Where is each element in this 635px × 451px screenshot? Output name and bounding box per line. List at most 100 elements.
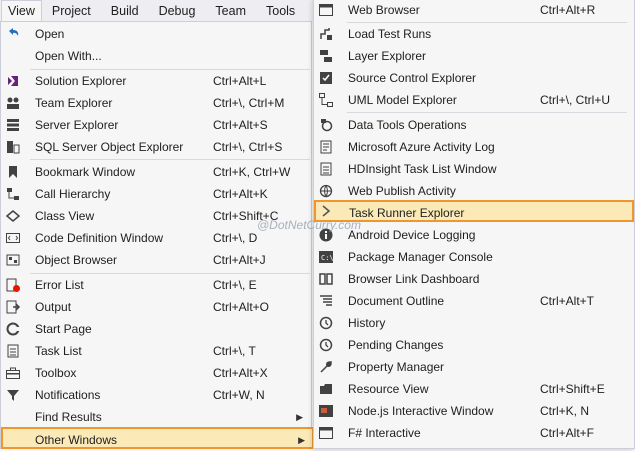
menu-debug[interactable]: Debug <box>149 0 206 22</box>
submenu-item-task-runner-explorer[interactable]: Task Runner Explorer <box>314 200 634 222</box>
menu-item-solution-explorer[interactable]: Solution Explorer Ctrl+Alt+L <box>2 70 310 92</box>
menu-item-label: Task List <box>35 344 82 358</box>
menu-item-shortcut: Ctrl+\, Ctrl+S <box>213 140 283 154</box>
submenu-item-document-outline[interactable]: Document Outline Ctrl+Alt+T <box>315 290 633 312</box>
notifications-icon <box>5 387 21 403</box>
menu-item-shortcut: Ctrl+\, D <box>213 231 258 245</box>
menu-item-label: Layer Explorer <box>348 49 427 63</box>
start-page-icon <box>5 321 21 337</box>
fsharp-icon <box>318 425 334 441</box>
menu-item-label: Team Explorer <box>35 96 113 110</box>
submenu-item-property-manager[interactable]: Property Manager <box>315 356 633 378</box>
submenu-arrow-icon: ▶ <box>298 435 305 445</box>
submenu-item-load-test-runs[interactable]: Load Test Runs <box>315 23 633 45</box>
menu-item-label: Class View <box>35 209 95 223</box>
menu-item-label: Web Publish Activity <box>348 184 456 198</box>
menu-item-shortcut: Ctrl+K, N <box>540 404 590 418</box>
team-explorer-icon <box>5 95 21 111</box>
menu-item-label: HDInsight Task List Window <box>348 162 497 176</box>
submenu-item-uml-model-explorer[interactable]: UML Model Explorer Ctrl+\, Ctrl+U <box>315 89 633 111</box>
menu-separator <box>30 159 310 160</box>
menu-item-label: Call Hierarchy <box>35 187 111 201</box>
menu-item-label: Web Browser <box>348 3 420 17</box>
menu-item-label: Browser Link Dashboard <box>348 272 480 286</box>
nodejs-icon <box>318 403 334 419</box>
object-browser-icon <box>5 252 21 268</box>
error-list-icon <box>5 277 21 293</box>
submenu-item-browser-link-dashboard[interactable]: Browser Link Dashboard <box>315 268 633 290</box>
submenu-item-package-manager-console[interactable]: C:\ Package Manager Console <box>315 246 633 268</box>
menu-item-label: Server Explorer <box>35 118 119 132</box>
menu-item-open-with[interactable]: Open With... <box>2 45 310 67</box>
source-control-icon <box>318 70 334 86</box>
sql-server-icon <box>5 139 21 155</box>
layer-explorer-icon <box>318 48 334 64</box>
menu-item-label: Notifications <box>35 388 101 402</box>
submenu-item-android-device-logging[interactable]: Android Device Logging <box>315 224 633 246</box>
bookmark-icon <box>5 164 21 180</box>
resource-view-icon <box>318 381 334 397</box>
menu-item-label: Bookmark Window <box>35 165 136 179</box>
menu-item-label: Property Manager <box>348 360 445 374</box>
submenu-item-layer-explorer[interactable]: Layer Explorer <box>315 45 633 67</box>
menu-item-shortcut: Ctrl+\, T <box>213 344 256 358</box>
menu-item-bookmark-window[interactable]: Bookmark Window Ctrl+K, Ctrl+W <box>2 161 310 183</box>
menu-team[interactable]: Team <box>205 0 256 22</box>
web-publish-icon <box>318 183 334 199</box>
menu-item-team-explorer[interactable]: Team Explorer Ctrl+\, Ctrl+M <box>2 92 310 114</box>
menu-item-shortcut: Ctrl+K, Ctrl+W <box>213 165 291 179</box>
submenu-item-fsharp-interactive[interactable]: F# Interactive Ctrl+Alt+F <box>315 422 633 444</box>
submenu-item-source-control-explorer[interactable]: Source Control Explorer <box>315 67 633 89</box>
menu-item-notifications[interactable]: Notifications Ctrl+W, N <box>2 384 310 406</box>
menu-item-object-browser[interactable]: Object Browser Ctrl+Alt+J <box>2 249 310 271</box>
menu-item-label: Microsoft Azure Activity Log <box>348 140 495 154</box>
menu-item-label: UML Model Explorer <box>348 93 457 107</box>
undo-arrow-icon <box>5 26 21 42</box>
menu-item-label: Open <box>35 27 65 41</box>
menu-item-error-list[interactable]: Error List Ctrl+\, E <box>2 274 310 296</box>
submenu-arrow-icon: ▶ <box>296 412 303 422</box>
menu-item-other-windows[interactable]: Other Windows ▶ <box>1 427 314 449</box>
menu-item-call-hierarchy[interactable]: Call Hierarchy Ctrl+Alt+K <box>2 183 310 205</box>
output-icon <box>5 299 21 315</box>
load-test-icon <box>318 26 334 42</box>
menu-item-shortcut: Ctrl+W, N <box>213 388 265 402</box>
menu-project[interactable]: Project <box>42 0 101 22</box>
svg-text:C:\: C:\ <box>321 254 334 262</box>
menu-build[interactable]: Build <box>101 0 149 22</box>
submenu-item-azure-activity-log[interactable]: Microsoft Azure Activity Log <box>315 136 633 158</box>
menu-item-label: F# Interactive <box>348 426 421 440</box>
menu-item-label: Source Control Explorer <box>348 71 477 85</box>
menu-item-label: Package Manager Console <box>348 250 493 264</box>
submenu-item-web-publish-activity[interactable]: Web Publish Activity <box>315 180 633 202</box>
menu-item-task-list[interactable]: Task List Ctrl+\, T <box>2 340 310 362</box>
menu-item-label: Resource View <box>348 382 429 396</box>
solution-explorer-icon <box>5 73 21 89</box>
submenu-item-pending-changes[interactable]: Pending Changes <box>315 334 633 356</box>
submenu-item-nodejs-interactive[interactable]: Node.js Interactive Window Ctrl+K, N <box>315 400 633 422</box>
property-manager-icon <box>318 359 334 375</box>
menu-item-label: Code Definition Window <box>35 231 164 245</box>
menu-item-shortcut: Ctrl+\, E <box>213 278 257 292</box>
menu-item-start-page[interactable]: Start Page <box>2 318 310 340</box>
menu-tools[interactable]: Tools <box>256 0 305 22</box>
view-menu: Open Open With... Solution Explorer Ctrl… <box>0 21 314 449</box>
submenu-item-resource-view[interactable]: Resource View Ctrl+Shift+E <box>315 378 633 400</box>
menu-item-open[interactable]: Open <box>2 23 310 45</box>
menu-item-toolbox[interactable]: Toolbox Ctrl+Alt+X <box>2 362 310 384</box>
menu-item-server-explorer[interactable]: Server Explorer Ctrl+Alt+S <box>2 114 310 136</box>
menu-separator <box>347 112 627 113</box>
submenu-item-hdinsight-task-list[interactable]: HDInsight Task List Window <box>315 158 633 180</box>
menu-item-output[interactable]: Output Ctrl+Alt+O <box>2 296 310 318</box>
submenu-item-data-tools-operations[interactable]: Data Tools Operations <box>315 114 633 136</box>
pending-changes-icon <box>318 337 334 353</box>
menu-view[interactable]: View <box>1 0 42 22</box>
menu-item-shortcut: Ctrl+\, Ctrl+U <box>540 93 611 107</box>
menu-item-label: Other Windows <box>35 433 118 447</box>
hdinsight-icon <box>318 161 334 177</box>
submenu-item-web-browser[interactable]: Web Browser Ctrl+Alt+R <box>315 0 633 21</box>
menu-item-label: Solution Explorer <box>35 74 127 88</box>
menu-item-sql-server-object-explorer[interactable]: SQL Server Object Explorer Ctrl+\, Ctrl+… <box>2 136 310 158</box>
menu-item-find-results[interactable]: Find Results ▶ <box>2 406 310 428</box>
submenu-item-history[interactable]: History <box>315 312 633 334</box>
